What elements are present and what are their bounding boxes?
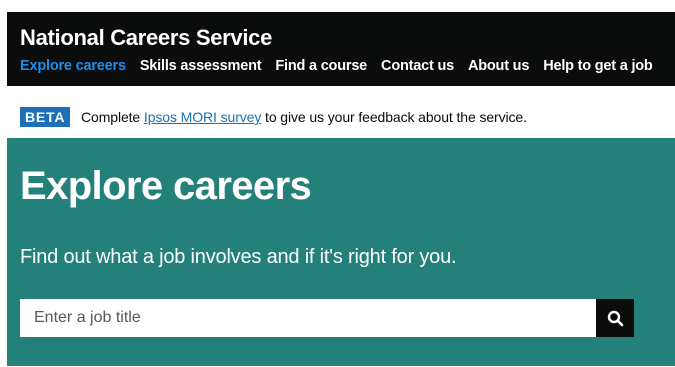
nav-item-about-us[interactable]: About us	[468, 57, 529, 75]
beta-tag: BETA	[20, 107, 71, 127]
beta-banner-text: Complete Ipsos MORI survey to give us yo…	[81, 107, 527, 127]
nav-item-contact-us[interactable]: Contact us	[381, 57, 454, 75]
survey-link[interactable]: Ipsos MORI survey	[144, 109, 261, 125]
nav-item-skills-assessment[interactable]: Skills assessment	[140, 57, 262, 75]
job-search-form	[20, 299, 634, 337]
nav-item-explore-careers[interactable]: Explore careers	[20, 57, 126, 75]
search-button[interactable]	[596, 299, 634, 337]
page-title: Explore careers	[20, 164, 312, 208]
hero-section: Explore careers Find out what a job invo…	[7, 138, 675, 366]
nav-item-help-to-get-a-job[interactable]: Help to get a job	[543, 57, 653, 75]
beta-banner: BETA Complete Ipsos MORI survey to give …	[7, 86, 675, 138]
search-icon	[607, 310, 624, 327]
beta-text-after: to give us your feedback about the servi…	[261, 109, 527, 125]
job-title-search-input[interactable]	[20, 299, 596, 337]
service-name-link[interactable]: National Careers Service	[20, 25, 272, 51]
page: National Careers Service Explore careers…	[0, 0, 675, 367]
hero-lead-text: Find out what a job involves and if it's…	[20, 246, 457, 268]
nav-item-find-a-course[interactable]: Find a course	[275, 57, 367, 75]
site-header: National Careers Service Explore careers…	[7, 12, 675, 86]
main-navigation: Explore careers Skills assessment Find a…	[20, 57, 667, 75]
beta-text-before: Complete	[81, 109, 144, 125]
